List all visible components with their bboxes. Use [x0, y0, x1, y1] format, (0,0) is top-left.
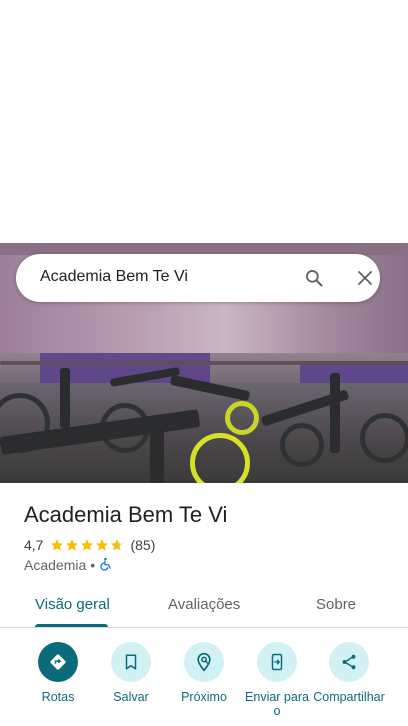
tab-bar: Visão geral Avaliações Sobre — [0, 586, 408, 628]
photo-bike-frame — [150, 418, 164, 483]
search-icon[interactable] — [302, 266, 326, 290]
share-icon — [329, 642, 369, 682]
nearby-label: Próximo — [181, 690, 227, 704]
photo-rail — [0, 361, 408, 365]
tab-reviews[interactable]: Avaliações — [168, 596, 240, 613]
save-label: Salvar — [113, 690, 149, 704]
tab-overview[interactable]: Visão geral — [35, 596, 110, 613]
rating-value: 4,7 — [24, 537, 44, 553]
close-icon[interactable] — [353, 266, 377, 290]
share-label: Compartilhar — [313, 690, 385, 704]
map-blank-area — [0, 0, 408, 243]
star-half-icon — [111, 539, 124, 551]
send-to-phone-label: Enviar para o — [245, 690, 309, 718]
directions-button[interactable]: Rotas — [18, 642, 98, 704]
star-icon — [81, 539, 94, 551]
send-to-phone-icon — [257, 642, 297, 682]
photo-bike-wheel — [225, 401, 259, 435]
star-icon — [66, 539, 79, 551]
separator-dot: • — [90, 557, 96, 573]
review-count[interactable]: (85) — [130, 537, 155, 553]
star-icon — [96, 539, 109, 551]
photo-bike-frame — [330, 373, 340, 453]
category-row: Academia • — [24, 556, 113, 574]
save-button[interactable]: Salvar — [91, 642, 171, 704]
photo-bike-wheel — [360, 413, 408, 463]
nearby-icon — [184, 642, 224, 682]
active-tab-indicator — [35, 624, 108, 627]
directions-icon — [38, 642, 78, 682]
place-title: Academia Bem Te Vi — [24, 502, 228, 527]
bookmark-icon — [111, 642, 151, 682]
search-bar[interactable]: Academia Bem Te Vi — [16, 254, 380, 302]
search-query[interactable]: Academia Bem Te Vi — [40, 268, 188, 286]
photo-bike-frame — [60, 368, 70, 428]
wheelchair-accessible-icon — [99, 557, 113, 574]
photo-bike-wheel — [280, 423, 324, 467]
rating-row[interactable]: 4,7 (85) — [24, 536, 155, 554]
nearby-button[interactable]: Próximo — [164, 642, 244, 704]
star-icon — [51, 539, 64, 551]
share-button[interactable]: Compartilhar — [309, 642, 389, 704]
rating-stars — [50, 538, 125, 552]
tab-about[interactable]: Sobre — [316, 596, 356, 613]
place-category: Academia — [24, 557, 87, 573]
directions-label: Rotas — [41, 690, 75, 704]
send-to-phone-button[interactable]: Enviar para o — [237, 642, 317, 718]
